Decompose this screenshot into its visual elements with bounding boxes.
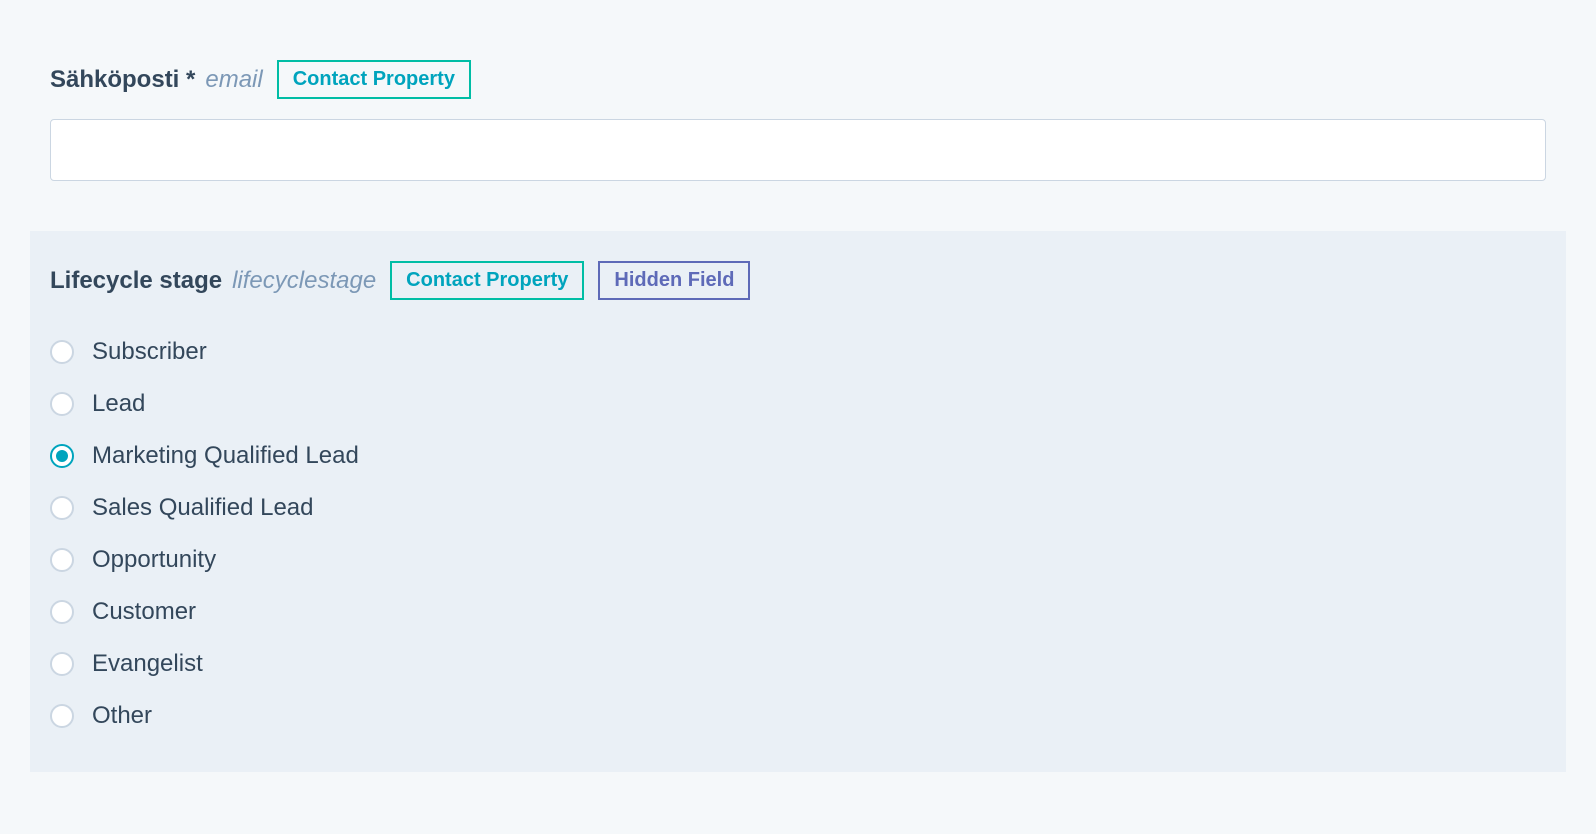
email-field-header: Sähköposti * email Contact Property (50, 60, 1546, 99)
lifecycle-radio-option[interactable]: Other (50, 690, 1546, 742)
radio-button-icon (50, 392, 74, 416)
email-field-label: Sähköposti * (50, 66, 195, 94)
lifecycle-field-internal-name: lifecyclestage (232, 267, 376, 295)
lifecycle-radio-option[interactable]: Marketing Qualified Lead (50, 430, 1546, 482)
lifecycle-radio-option[interactable]: Subscriber (50, 326, 1546, 378)
contact-property-badge: Contact Property (390, 261, 584, 300)
radio-option-label: Marketing Qualified Lead (92, 442, 359, 470)
radio-button-icon (50, 652, 74, 676)
radio-option-label: Evangelist (92, 650, 203, 678)
lifecycle-radio-option[interactable]: Customer (50, 586, 1546, 638)
radio-button-icon (50, 444, 74, 468)
radio-dot-icon (56, 450, 68, 462)
radio-option-label: Customer (92, 598, 196, 626)
radio-button-icon (50, 340, 74, 364)
radio-option-label: Subscriber (92, 338, 207, 366)
email-field-internal-name: email (205, 66, 262, 94)
radio-option-label: Opportunity (92, 546, 216, 574)
lifecycle-radio-list: Subscriber Lead Marketing Qualified Lead Sa… (50, 326, 1546, 742)
form-editor-panel: Sähköposti * email Contact Property Life… (0, 0, 1596, 802)
lifecycle-radio-option[interactable]: Opportunity (50, 534, 1546, 586)
lifecycle-field-block: Lifecycle stage lifecyclestage Contact P… (30, 231, 1566, 772)
radio-button-icon (50, 496, 74, 520)
lifecycle-field-label: Lifecycle stage (50, 267, 222, 295)
radio-button-icon (50, 704, 74, 728)
radio-option-label: Lead (92, 390, 145, 418)
lifecycle-radio-option[interactable]: Sales Qualified Lead (50, 482, 1546, 534)
radio-button-icon (50, 548, 74, 572)
radio-option-label: Other (92, 702, 152, 730)
radio-button-icon (50, 600, 74, 624)
email-field-block: Sähköposti * email Contact Property (50, 60, 1546, 181)
email-input[interactable] (50, 119, 1546, 181)
radio-option-label: Sales Qualified Lead (92, 494, 313, 522)
lifecycle-radio-option[interactable]: Lead (50, 378, 1546, 430)
lifecycle-field-header: Lifecycle stage lifecyclestage Contact P… (50, 261, 1546, 300)
lifecycle-radio-option[interactable]: Evangelist (50, 638, 1546, 690)
hidden-field-badge: Hidden Field (598, 261, 750, 300)
contact-property-badge: Contact Property (277, 60, 471, 99)
